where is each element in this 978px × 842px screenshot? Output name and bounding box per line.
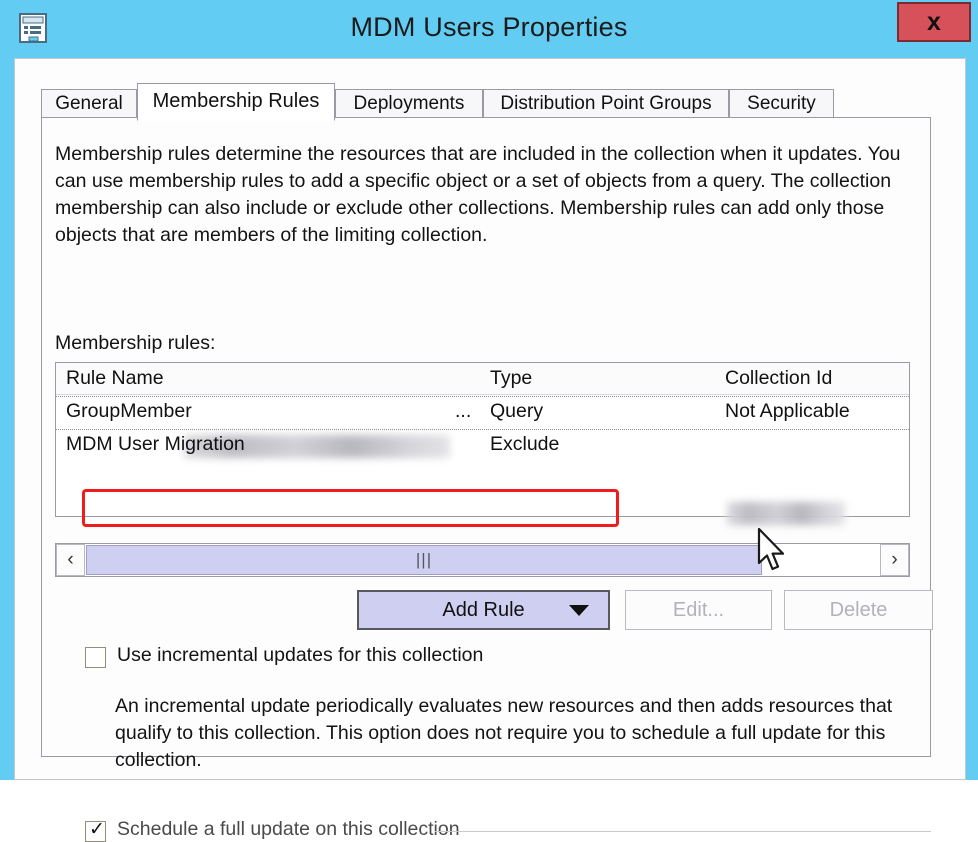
dialog-client-area: General Membership Rules Deployments Dis… <box>14 58 966 842</box>
list-horizontal-scrollbar[interactable]: ‹ ||| › <box>55 543 910 577</box>
column-header-rule-name[interactable]: Rule Name <box>66 367 164 390</box>
membership-rules-label: Membership rules: <box>55 332 216 354</box>
chevron-down-icon <box>569 605 589 616</box>
column-header-collection-id[interactable]: Collection Id <box>725 367 832 390</box>
redacted-collection-id-text <box>727 502 845 525</box>
tab-strip: General Membership Rules Deployments Dis… <box>41 83 931 121</box>
properties-dialog-window: MDM Users Properties x General Membershi… <box>0 0 978 842</box>
add-rule-button-label: Add Rule <box>442 599 525 621</box>
edit-button[interactable]: Edit... <box>625 590 772 630</box>
cell-type: Query <box>490 400 544 422</box>
tab-security[interactable]: Security <box>729 89 834 119</box>
delete-button[interactable]: Delete <box>784 590 933 630</box>
membership-rules-list[interactable]: Rule Name Type Collection Id GroupMember… <box>55 362 910 525</box>
divider <box>435 831 931 832</box>
use-incremental-updates-label: Use incremental updates for this collect… <box>117 644 484 666</box>
schedule-full-update-label: Schedule a full update on this collectio… <box>117 818 460 840</box>
scrollbar-grip-icon: ||| <box>415 550 433 569</box>
cell-rule-name: GroupMember <box>66 400 192 422</box>
table-row[interactable]: GroupMember ... Query Not Applicable <box>56 396 909 458</box>
checkmark-icon: ✓ <box>89 819 105 840</box>
close-button[interactable]: x <box>897 2 971 42</box>
schedule-full-update-checkbox[interactable]: ✓ <box>85 819 106 842</box>
scrollbar-thumb[interactable]: ||| <box>86 545 762 575</box>
incremental-update-description: An incremental update periodically evalu… <box>115 695 893 771</box>
list-header: Rule Name Type Collection Id <box>56 363 909 395</box>
column-header-type[interactable]: Type <box>490 367 532 390</box>
use-incremental-updates-checkbox[interactable] <box>85 647 106 668</box>
add-rule-button[interactable]: Add Rule <box>357 590 610 630</box>
tab-deployments[interactable]: Deployments <box>335 89 483 119</box>
cell-collection-id: Not Applicable <box>725 400 850 422</box>
cell-rule-name-ellipsis: ... <box>455 400 472 422</box>
cell-rule-name: MDM User Migration <box>66 433 245 455</box>
window-title: MDM Users Properties <box>350 12 628 42</box>
scroll-left-arrow-icon[interactable]: ‹ <box>56 544 85 576</box>
tab-distribution-point-groups[interactable]: Distribution Point Groups <box>483 89 729 119</box>
title-bar: MDM Users Properties x <box>0 0 978 60</box>
tab-membership-rules[interactable]: Membership Rules <box>137 83 335 121</box>
membership-rules-description: Membership rules determine the resources… <box>55 143 901 246</box>
table-row[interactable]: MDM User Migration Exclude <box>56 430 909 525</box>
cell-type: Exclude <box>490 433 560 455</box>
tab-general[interactable]: General <box>41 89 137 119</box>
scroll-right-arrow-icon[interactable]: › <box>880 544 909 576</box>
